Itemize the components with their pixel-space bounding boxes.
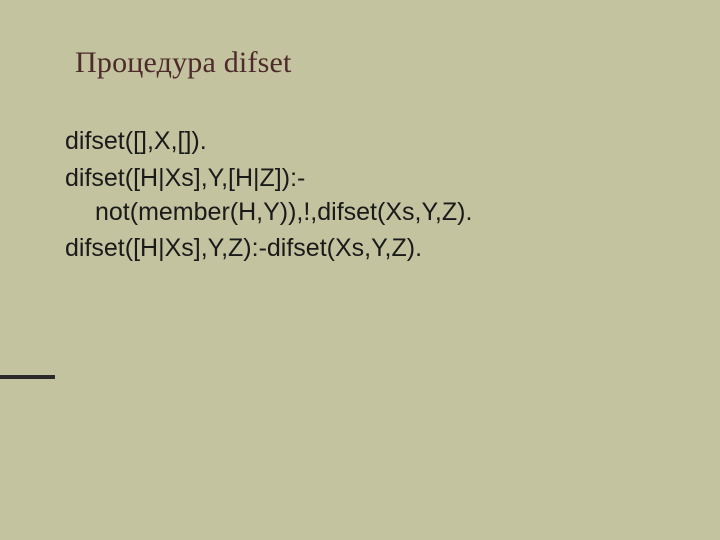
slide-title: Процедура difset [75,46,292,80]
code-line: difset([H|Xs],Y,[H|Z]):-not(member(H,Y))… [65,162,665,230]
slide-body: difset([],X,[]). difset([H|Xs],Y,[H|Z]):… [65,125,665,269]
code-line: difset([H|Xs],Y,Z):-difset(Xs,Y,Z). [65,232,665,266]
code-line: difset([],X,[]). [65,125,665,159]
slide: Процедура difset difset([],X,[]). difset… [0,0,720,540]
accent-bar [0,375,55,379]
